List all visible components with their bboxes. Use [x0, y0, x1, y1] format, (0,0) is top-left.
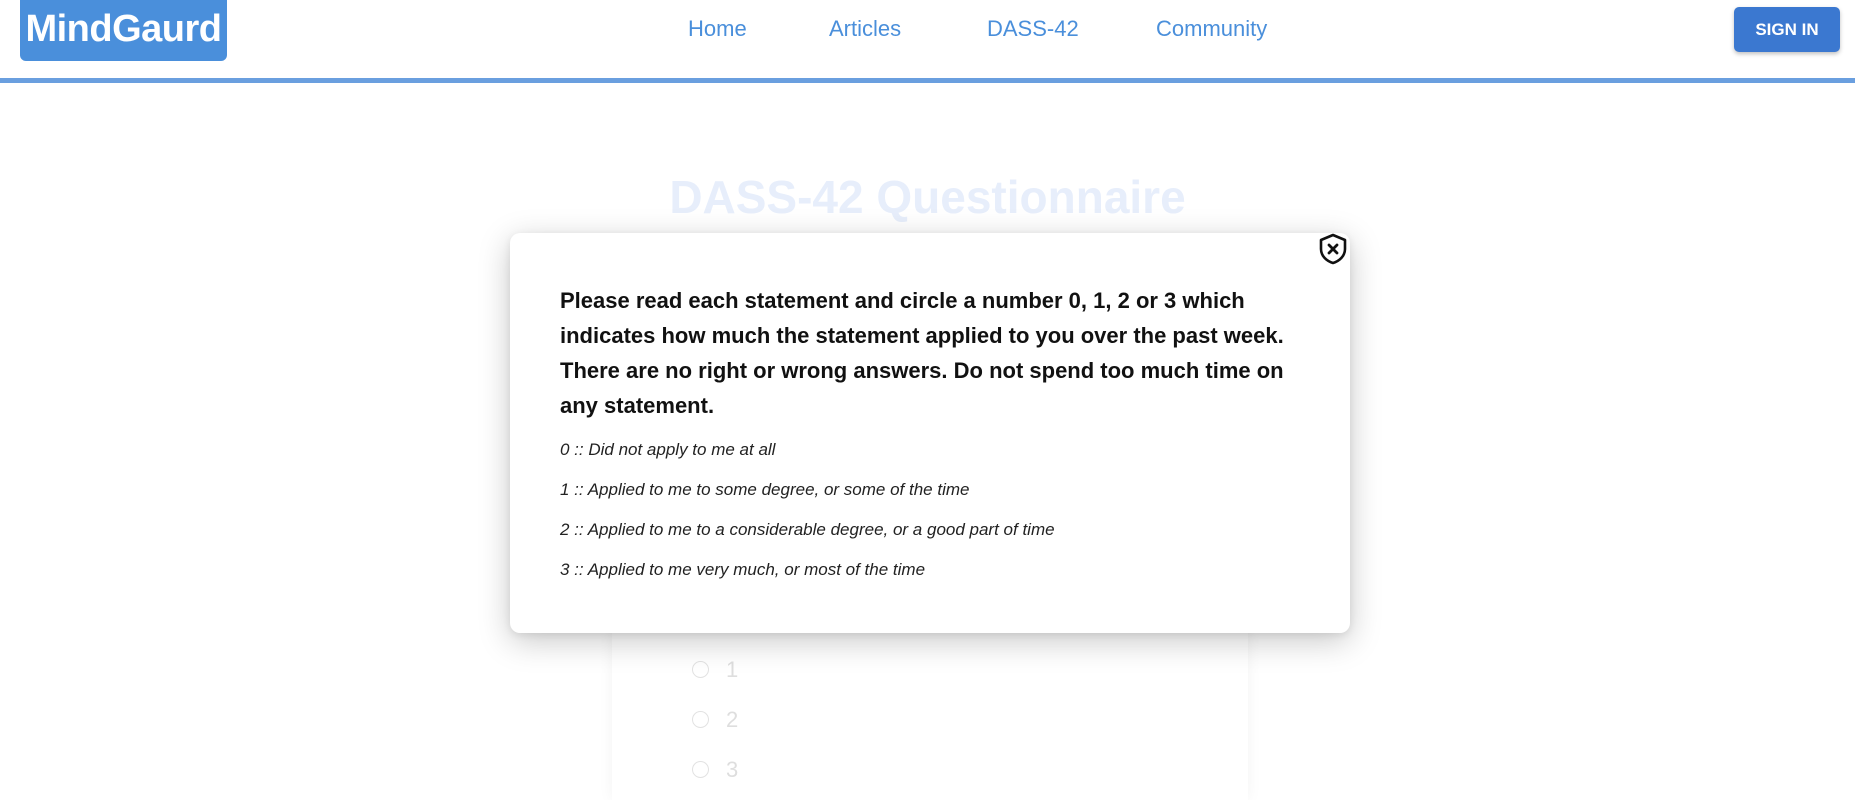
scale-item-1: 1 :: Applied to me to some degree, or so… — [560, 480, 970, 499]
nav-home-link[interactable]: Home — [688, 14, 747, 44]
nav-links: Home Articles DASS-42 Community — [0, 14, 1855, 44]
instructions-modal: Please read each statement and circle a … — [510, 233, 1350, 633]
scale-item-0: 0 :: Did not apply to me at all — [560, 440, 776, 459]
top-navbar: MindGaurd Home Articles DASS-42 Communit… — [0, 0, 1855, 83]
nav-articles-link[interactable]: Articles — [829, 14, 901, 44]
scale-item-2: 2 :: Applied to me to a considerable deg… — [560, 520, 1055, 539]
nav-dass42-link[interactable]: DASS-42 — [987, 14, 1079, 44]
nav-community-link[interactable]: Community — [1156, 14, 1267, 44]
scale-item-3: 3 :: Applied to me very much, or most of… — [560, 560, 926, 579]
instructions-heading: Please read each statement and circle a … — [560, 288, 1284, 418]
shield-x-icon — [1319, 233, 1347, 265]
close-modal-button[interactable] — [1318, 233, 1348, 265]
sign-in-button[interactable]: SIGN IN — [1734, 7, 1840, 52]
